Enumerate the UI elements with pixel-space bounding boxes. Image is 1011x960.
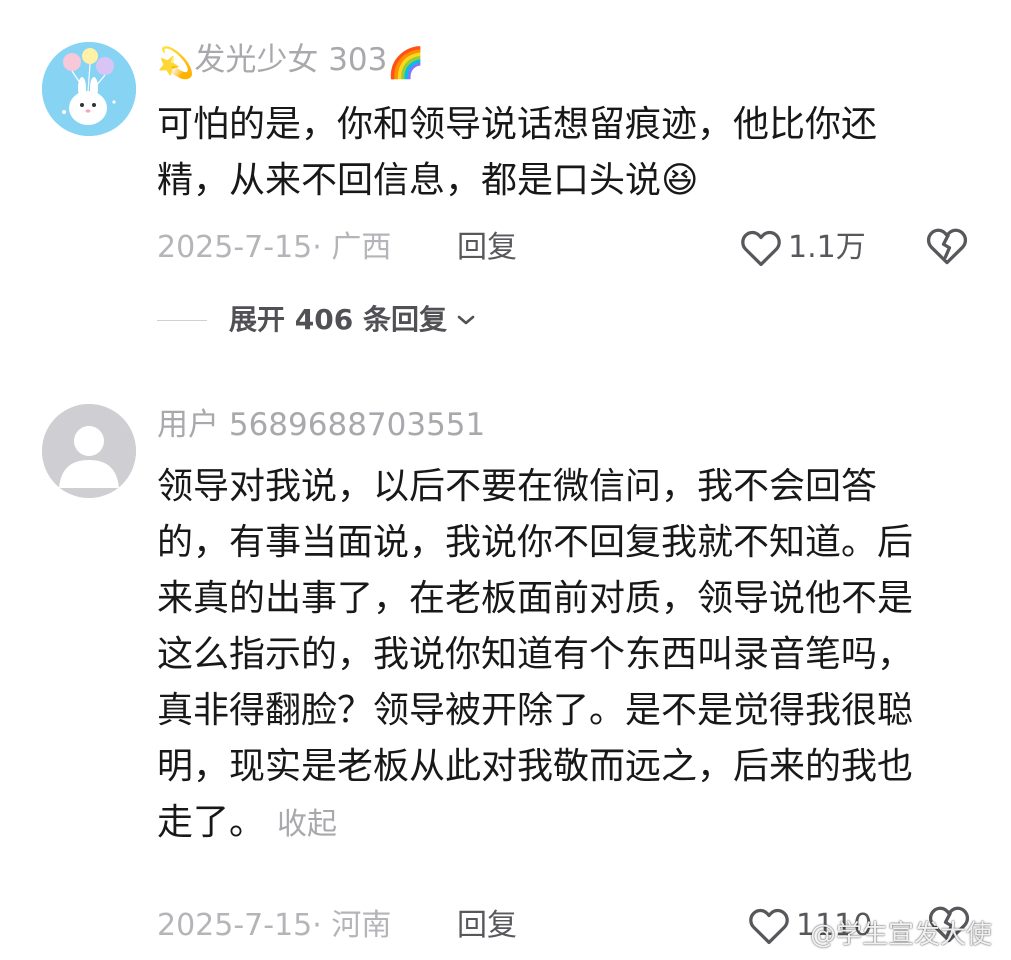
chevron-down-icon <box>457 315 475 325</box>
date-location: 2025-7-15· 广西 <box>157 230 392 265</box>
avatar[interactable] <box>42 404 136 498</box>
collapse-button[interactable]: 收起 <box>277 807 337 842</box>
heart-outline-icon <box>749 908 789 945</box>
date-location: 2025-7-15· 河南 <box>157 908 392 943</box>
username[interactable]: 💫发光少女 303🌈 <box>157 40 425 84</box>
comment-line: 可怕的是，你和领导说话想留痕迹，他比你还 <box>157 104 878 145</box>
username[interactable]: 用户 5689688703551 <box>157 405 485 445</box>
reply-button[interactable]: 回复 <box>457 226 517 270</box>
comment-line: 真非得翻脸？领导被开除了。是不是觉得我很聪 <box>157 690 914 731</box>
comment-text: 可怕的是，你和领导说话想留痕迹，他比你还 精，从来不回信息，都是口头说😆 <box>157 97 947 209</box>
heart-outline-icon <box>741 230 781 267</box>
watermark: @学生宣发大使 <box>810 920 993 950</box>
broken-heart-icon <box>926 228 968 265</box>
comment-item: 💫发光少女 303🌈 可怕的是，你和领导说话想留痕迹，他比你还 精，从来不回信息… <box>0 0 1011 360</box>
comment-line: 明，现实是老板从此对我敬而远之，后来的我也 <box>157 746 914 787</box>
comment-line: 领导对我说，以后不要在微信问，我不会回答 <box>157 466 878 507</box>
comment-line-text: 走了。 <box>157 802 266 843</box>
default-user-avatar-icon <box>42 404 136 498</box>
rainbow-emoji-icon: 🌈 <box>387 46 425 81</box>
comment-item: 用户 5689688703551 领导对我说，以后不要在微信问，我不会回答 的，… <box>0 360 1011 960</box>
laughing-emoji-icon: 😆 <box>661 160 699 201</box>
expand-replies-label: 展开 406 条回复 <box>229 303 447 336</box>
bunny-balloon-avatar-icon <box>42 42 136 136</box>
comment-text: 领导对我说，以后不要在微信问，我不会回答 的，有事当面说，我说你不回复我就不知道… <box>157 459 947 853</box>
like-count: 1.1万 <box>788 230 866 265</box>
comment-line: 这么指示的，我说你知道有个东西叫录音笔吗， <box>157 634 914 675</box>
divider <box>157 319 207 321</box>
comment-line: 精，从来不回信息，都是口头说😆 <box>157 153 947 209</box>
dislike-button[interactable] <box>926 226 970 270</box>
username-text: 发光少女 303 <box>194 42 388 78</box>
like-button[interactable]: 1.1万 <box>740 226 866 270</box>
comment-line: 走了。 收起 <box>157 795 947 853</box>
expand-replies-button[interactable]: 展开 406 条回复 <box>157 298 477 342</box>
dizzy-emoji-icon: 💫 <box>157 46 195 81</box>
comment-line-text: 精，从来不回信息，都是口头说 <box>157 160 662 201</box>
comment-line: 的，有事当面说，我说你不回复我就不知道。后 <box>157 522 914 563</box>
reply-button[interactable]: 回复 <box>457 904 517 948</box>
avatar[interactable] <box>42 42 136 136</box>
comment-line: 来真的出事了，在老板面前对质，领导说他不是 <box>157 578 914 619</box>
